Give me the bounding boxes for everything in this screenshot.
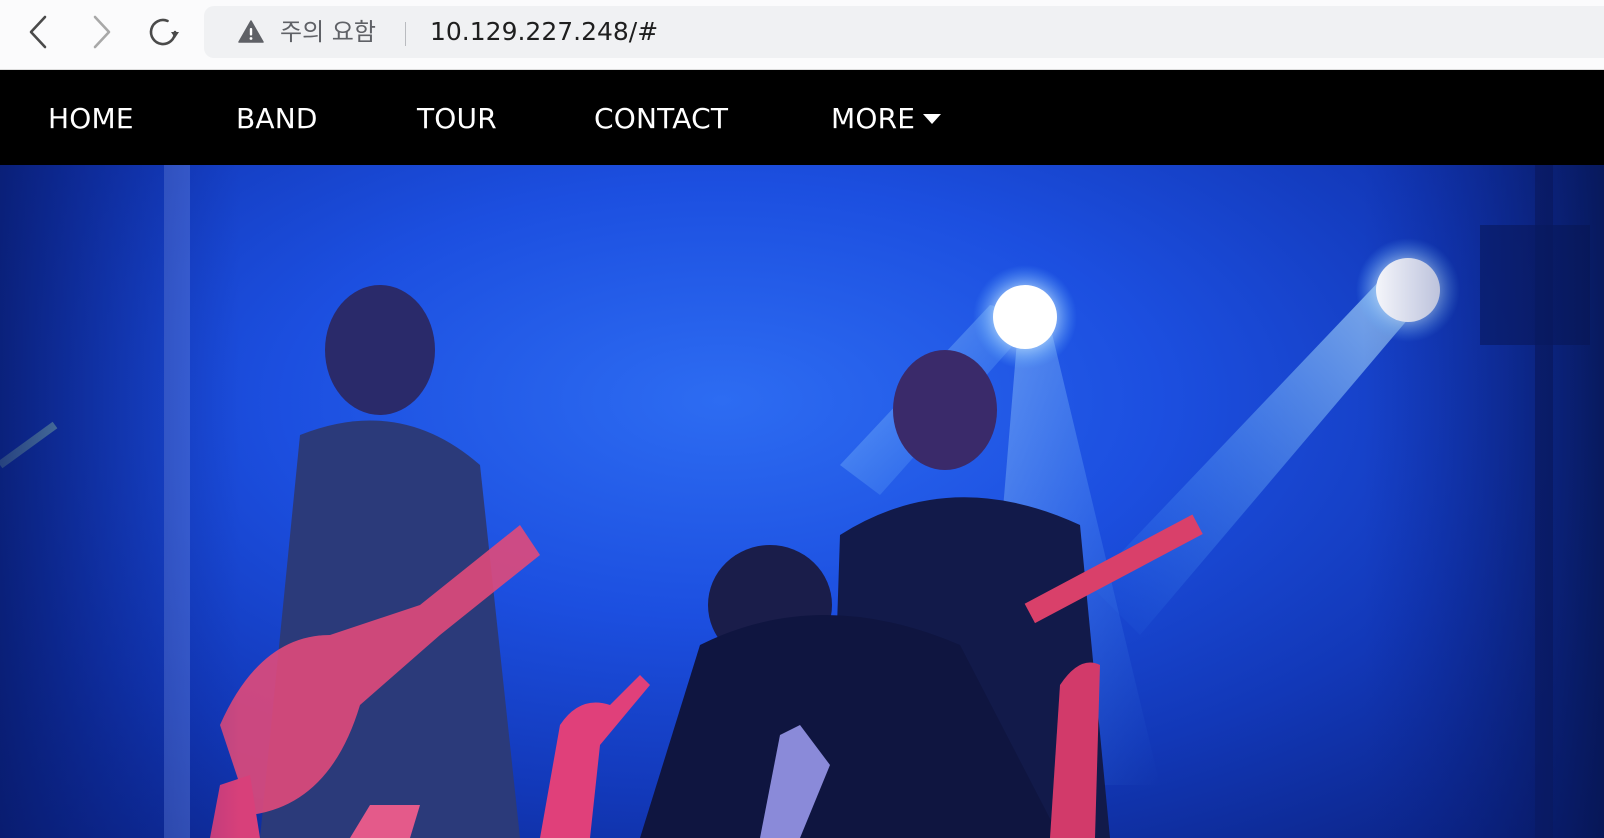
chevron-right-icon <box>93 15 111 49</box>
reload-button[interactable] <box>143 12 183 52</box>
nav-item-more-label: MORE <box>831 101 916 135</box>
reload-icon <box>149 18 179 46</box>
address-divider <box>405 22 406 46</box>
warning-triangle-icon <box>238 20 264 43</box>
nav-item-tour[interactable]: TOUR <box>417 71 497 165</box>
security-warning-label[interactable]: 주의 요함 <box>280 18 376 46</box>
caret-down-icon <box>923 114 942 124</box>
browser-toolbar: 주의 요함 10.129.227.248/# <box>0 0 1604 70</box>
address-bar[interactable]: 주의 요함 10.129.227.248/# <box>204 6 1604 58</box>
site-navbar: HOME BAND TOUR CONTACT MORE <box>0 71 1604 165</box>
concert-photo <box>0 165 1604 838</box>
nav-item-more[interactable]: MORE <box>831 71 942 165</box>
nav-item-band[interactable]: BAND <box>236 71 318 165</box>
forward-button[interactable] <box>82 12 122 52</box>
hero-image <box>0 165 1604 838</box>
chevron-left-icon <box>29 15 47 49</box>
nav-item-home[interactable]: HOME <box>48 71 134 165</box>
back-button[interactable] <box>18 12 58 52</box>
url-text[interactable]: 10.129.227.248/# <box>430 18 658 46</box>
nav-item-contact[interactable]: CONTACT <box>594 71 728 165</box>
